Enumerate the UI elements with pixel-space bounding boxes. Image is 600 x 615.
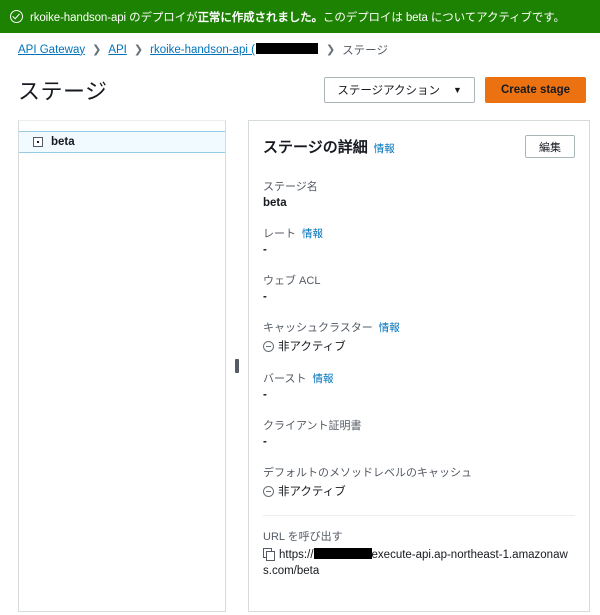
stage-tree-panel: beta <box>18 120 226 612</box>
breadcrumb-api-name-label: rkoike-handson-api ( <box>150 44 255 56</box>
field-default-method-level-cache: デフォルトのメソッドレベルのキャッシュ 非アクティブ <box>263 464 575 499</box>
success-banner: rkoike-handson-api のデプロイが正常に作成されました。このデプ… <box>0 0 600 33</box>
banner-text-strong: 正常に作成されました。 <box>197 11 324 24</box>
expand-box-icon[interactable] <box>33 137 43 147</box>
minus-circle-icon <box>263 340 274 352</box>
stage-detail-header: ステージの詳細 情報 編集 <box>249 121 589 170</box>
field-value-row: 非アクティブ <box>263 483 575 499</box>
redacted-api-id <box>255 43 318 54</box>
copy-icon[interactable] <box>263 548 275 561</box>
field-burst: バースト 情報 - <box>263 370 575 401</box>
breadcrumb-item-stages: ステージ <box>342 44 388 57</box>
field-label: ステージ名 <box>263 181 318 193</box>
info-link[interactable]: 情報 <box>379 322 400 334</box>
drag-handle-icon[interactable] <box>235 359 239 373</box>
stage-actions-dropdown[interactable]: ステージアクション ▼ <box>324 77 475 103</box>
field-value: - <box>263 291 267 303</box>
info-link[interactable]: 情報 <box>374 143 395 155</box>
create-stage-button[interactable]: Create stage <box>484 77 586 103</box>
field-label: バースト 情報 <box>263 370 575 386</box>
field-value: beta <box>263 197 287 209</box>
breadcrumb-item-api-gateway[interactable]: API Gateway <box>18 44 85 56</box>
tree-item-label: beta <box>51 136 75 148</box>
banner-text-before: rkoike-handson-api のデプロイが <box>30 11 198 24</box>
breadcrumb-separator: ❯ <box>133 44 144 56</box>
field-value: - <box>263 436 267 448</box>
stage-detail-title: ステージの詳細 情報 <box>263 136 395 157</box>
field-label-text: レート <box>263 228 296 240</box>
info-link[interactable]: 情報 <box>302 228 323 240</box>
stage-detail-panel: ステージの詳細 情報 編集 ステージ名 beta レート 情報 - ウェブ ACL … <box>248 120 590 612</box>
success-banner-text: rkoike-handson-api のデプロイが正常に作成されました。このデプ… <box>30 9 565 25</box>
stage-actions-label: ステージアクション <box>337 85 441 97</box>
section-divider <box>263 515 575 516</box>
field-label: キャッシュクラスター 情報 <box>263 319 575 335</box>
stage-detail-title-label: ステージの詳細 <box>263 139 368 156</box>
redacted-api-id <box>313 548 372 559</box>
field-invoke-url: URL を呼び出す https://execute-api.ap-northea… <box>263 528 575 579</box>
field-client-certificate: クライアント証明書 - <box>263 417 575 448</box>
breadcrumb-separator: ❯ <box>92 44 102 56</box>
field-label: デフォルトのメソッドレベルのキャッシュ <box>263 467 472 479</box>
breadcrumb: API Gateway ❯ API ❯ rkoike-handson-api (… <box>0 33 600 66</box>
invoke-url-row[interactable]: https://execute-api.ap-northeast-1.amazo… <box>263 547 575 579</box>
header-actions: ステージアクション ▼ Create stage <box>324 77 586 103</box>
breadcrumb-item-api-name[interactable]: rkoike-handson-api ( <box>150 43 319 56</box>
field-value: - <box>263 244 267 256</box>
edit-button[interactable]: 編集 <box>525 135 575 158</box>
field-value-row: 非アクティブ <box>263 338 575 354</box>
invoke-url-prefix: https:// <box>279 549 314 561</box>
split-layout: beta ステージの詳細 情報 編集 ステージ名 beta レート 情報 - ウェブ… <box>0 120 600 612</box>
field-label: ウェブ ACL <box>263 275 321 287</box>
field-stage-name: ステージ名 beta <box>263 178 575 209</box>
stage-detail-body: ステージ名 beta レート 情報 - ウェブ ACL - キャッシュクラスター情… <box>249 170 589 595</box>
field-web-acl: ウェブ ACL - <box>263 272 575 303</box>
field-value: - <box>263 389 267 401</box>
field-rate: レート 情報 - <box>263 225 575 256</box>
tree-item-beta[interactable]: beta <box>19 131 225 153</box>
field-value: 非アクティブ <box>278 486 346 498</box>
field-label-text: キャッシュクラスター <box>263 322 373 334</box>
panel-splitter[interactable] <box>226 120 248 612</box>
field-label-text: バースト <box>263 373 307 385</box>
check-circle-icon <box>10 10 23 23</box>
banner-text-after: このデプロイは beta についてアクティブです。 <box>322 11 565 24</box>
page-title: ステージ <box>18 79 108 104</box>
breadcrumb-item-api[interactable]: API <box>108 44 127 56</box>
breadcrumb-separator: ❯ <box>325 44 336 56</box>
field-label: URL を呼び出す <box>263 531 343 543</box>
chevron-down-icon: ▼ <box>453 85 462 95</box>
minus-circle-icon <box>263 485 274 497</box>
field-value: 非アクティブ <box>278 341 346 353</box>
field-label: クライアント証明書 <box>263 420 362 432</box>
field-cache-cluster: キャッシュクラスター 情報 非アクティブ <box>263 319 575 354</box>
field-label: レート 情報 <box>263 225 575 241</box>
page-header: ステージ ステージアクション ▼ Create stage <box>0 66 600 120</box>
info-link[interactable]: 情報 <box>312 373 333 385</box>
